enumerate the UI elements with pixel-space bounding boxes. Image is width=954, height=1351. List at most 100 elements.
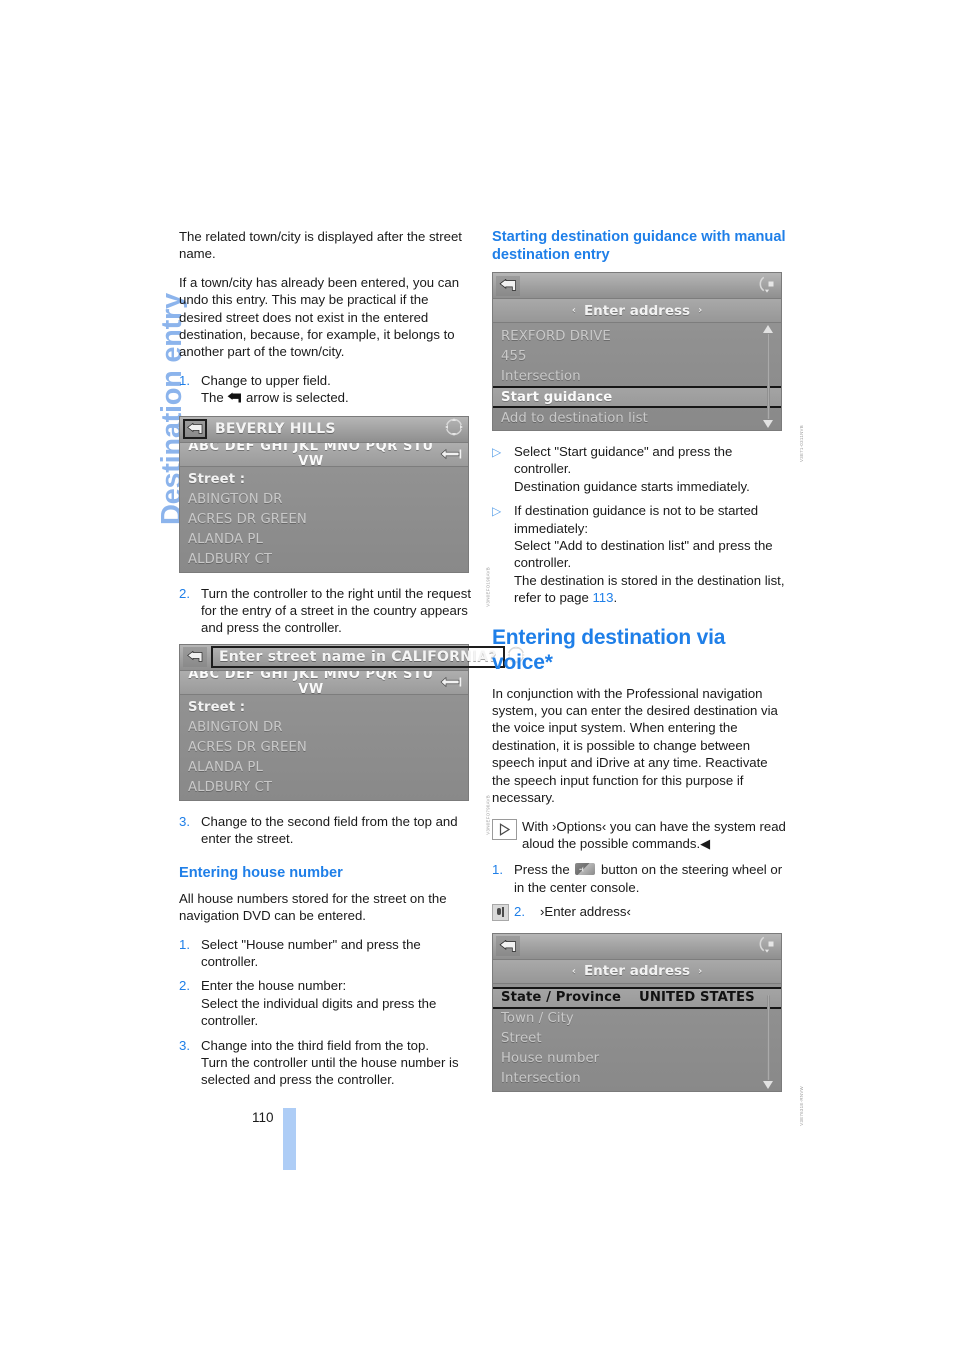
back-arrow-icon (227, 391, 242, 408)
bullet-text-line-1: If destination guidance is not to be sta… (514, 503, 759, 536)
screenshot-list: State / Province UNITED STATES Town / Ci… (493, 983, 781, 1091)
list-item-selected[interactable]: State / Province UNITED STATES (493, 986, 781, 1009)
voice-intro-paragraph: In conjunction with the Professional nav… (492, 685, 778, 806)
back-arrow-icon[interactable] (183, 419, 207, 440)
back-arrow-icon[interactable] (183, 647, 207, 668)
figure-reference-code: V3N0EFO790AVB (486, 794, 491, 835)
list-item[interactable]: ABINGTON DR (180, 490, 468, 510)
list-item[interactable]: Add to destination list (493, 408, 781, 428)
backspace-icon[interactable] (438, 673, 464, 692)
screenshot-subbar[interactable]: ‹ Enter address › (493, 299, 781, 323)
bullet-text-line-1: Select "Start guidance" and press the co… (514, 444, 733, 477)
list-item[interactable]: Intersection (493, 1069, 781, 1089)
step-text-line-1: Change to upper field. (201, 372, 331, 388)
bullet-text-suffix: . (613, 590, 618, 606)
list-item[interactable]: House number (493, 1049, 781, 1069)
bullet-2: ▷ If destination guidance is not to be s… (492, 502, 788, 606)
bullet-text-line-2: Destination guidance starts immediately. (514, 478, 750, 494)
step-number: 1. (492, 862, 503, 878)
chevron-left-icon[interactable]: ‹ (572, 305, 576, 316)
step-text-line-1: Enter the house number: (201, 978, 347, 994)
subbar-title: Enter address (583, 302, 691, 319)
voice-step-2: 2. ›Enter address‹ (492, 903, 788, 922)
step-number: 1. (179, 372, 190, 388)
list-item[interactable]: ACRES DR GREEN (180, 738, 468, 758)
chevron-right-icon[interactable]: › (698, 966, 702, 977)
step-text-prefix: Press the (514, 862, 574, 878)
rotary-controller-icon (756, 934, 778, 958)
triangle-bullet-icon: ▷ (492, 445, 502, 459)
list-item[interactable]: ACRES DR GREEN (180, 510, 468, 530)
idrive-screenshot-enter-street-name: Enter street name in CALIFORNIA? ABC DEF… (179, 643, 525, 835)
back-arrow-icon[interactable] (496, 275, 520, 296)
letter-selection-bar[interactable]: ABC DEF GHI JKL MNO PQR STU VW (180, 439, 468, 469)
step-text-line-1: Change into the third field from the top… (201, 1037, 429, 1053)
list-item-selected[interactable]: Start guidance (493, 386, 781, 408)
letter-selection-bar[interactable]: ABC DEF GHI JKL MNO PQR STU VW (180, 667, 468, 697)
right-column: Starting destination guidance with manua… (492, 228, 804, 1125)
step-text-suffix: arrow is selected. (242, 390, 349, 406)
backspace-icon[interactable] (438, 445, 464, 464)
chevron-left-icon[interactable]: ‹ (572, 966, 576, 977)
screenshot-topbar: BEVERLY HILLS (180, 416, 468, 443)
figure-reference-code: V3E7631E-RNVW (799, 1085, 804, 1126)
list-item[interactable]: Intersection (493, 366, 781, 386)
screenshot-topbar: Enter street name in CALIFORNIA? (180, 644, 525, 671)
chapter-tab: Destination entry (108, 225, 188, 525)
figure-reference-code: V3E71-0311NVB (799, 425, 804, 463)
step-number: 3. (179, 813, 190, 829)
list-item-label: State / Province (501, 990, 622, 1006)
bullet-text-line-3: The destination is stored in the destina… (514, 572, 788, 607)
note-line-1: With ›Options‹ you can have the system (522, 818, 756, 834)
step-2: 2. Turn the controller to the right unti… (179, 585, 475, 637)
screenshot-topbar (493, 933, 781, 960)
list-item[interactable]: ALANDA PL (180, 530, 468, 550)
voice-command-text: ›Enter address‹ (540, 904, 631, 920)
screenshot-list: REXFORD DRIVE 455 Intersection Start gui… (493, 323, 781, 430)
page-reference-link[interactable]: 113 (592, 590, 613, 605)
screenshot-title: Enter street name in CALIFORNIA? (211, 646, 505, 669)
rotary-controller-icon (756, 274, 778, 298)
heading-entering-house-number: Entering house number (179, 864, 343, 881)
back-arrow-icon[interactable] (496, 936, 520, 957)
intro-paragraph-1: The related town/city is displayed after… (179, 229, 462, 262)
house-number-step-1: 1. Select "House number" and press the c… (179, 936, 475, 971)
note-end-marker-icon: ◀ (700, 835, 711, 851)
list-item[interactable]: REXFORD DRIVE (493, 326, 781, 346)
left-column: The related town/city is displayed after… (179, 228, 525, 1096)
bullet-text-prefix: The destination is stored in the destina… (514, 572, 785, 606)
list-item[interactable]: Town / City (493, 1009, 781, 1029)
step-number: 1. (179, 936, 190, 952)
list-item[interactable]: 455 (493, 346, 781, 366)
step-number: 3. (179, 1037, 190, 1053)
list-item[interactable]: ALANDA PL (180, 758, 468, 778)
list-item[interactable]: Street : (180, 698, 468, 718)
list-item[interactable]: Street : (180, 470, 468, 490)
step-number: 2. (179, 978, 190, 994)
list-item[interactable]: ALDBURY CT (180, 550, 468, 570)
idrive-screenshot-enter-address: ‹ Enter address › State / Province UNITE… (492, 932, 804, 1125)
letter-groups[interactable]: ABC DEF GHI JKL MNO PQR STU VW (184, 439, 438, 469)
house-number-step-3: 3. Change into the third field from the … (179, 1037, 475, 1089)
heading-starting-destination-guidance: Starting destination guidance with manua… (492, 229, 786, 263)
step-text-line-2: The arrow is selected. (201, 389, 475, 408)
speech-input-icon (492, 903, 514, 922)
screenshot-subbar[interactable]: ‹ Enter address › (493, 959, 781, 984)
step-text-prefix: The (201, 390, 228, 406)
screenshot-list: Street : ABINGTON DR ACRES DR GREEN ALAN… (180, 466, 468, 572)
step-text: Select "House number" and press the cont… (201, 936, 421, 969)
house-number-step-2: 2. Enter the house number: Select the in… (179, 977, 475, 1029)
letter-groups[interactable]: ABC DEF GHI JKL MNO PQR STU VW (184, 667, 438, 697)
step-text: Turn the controller to the right until t… (201, 585, 472, 636)
step-text-line-2: Select the individual digits and press t… (201, 995, 437, 1029)
triangle-bullet-icon: ▷ (492, 504, 502, 519)
page-number: 110 (252, 1110, 274, 1125)
chevron-right-icon[interactable]: › (698, 305, 702, 316)
play-triangle-icon (492, 818, 522, 853)
list-item[interactable]: Street (493, 1029, 781, 1049)
voice-button-icon (575, 863, 596, 876)
list-item[interactable]: ALDBURY CT (180, 778, 468, 798)
list-item[interactable]: ABINGTON DR (180, 718, 468, 738)
page-edge-marker (283, 1108, 296, 1170)
screenshot-title: BEVERLY HILLS (215, 421, 336, 438)
